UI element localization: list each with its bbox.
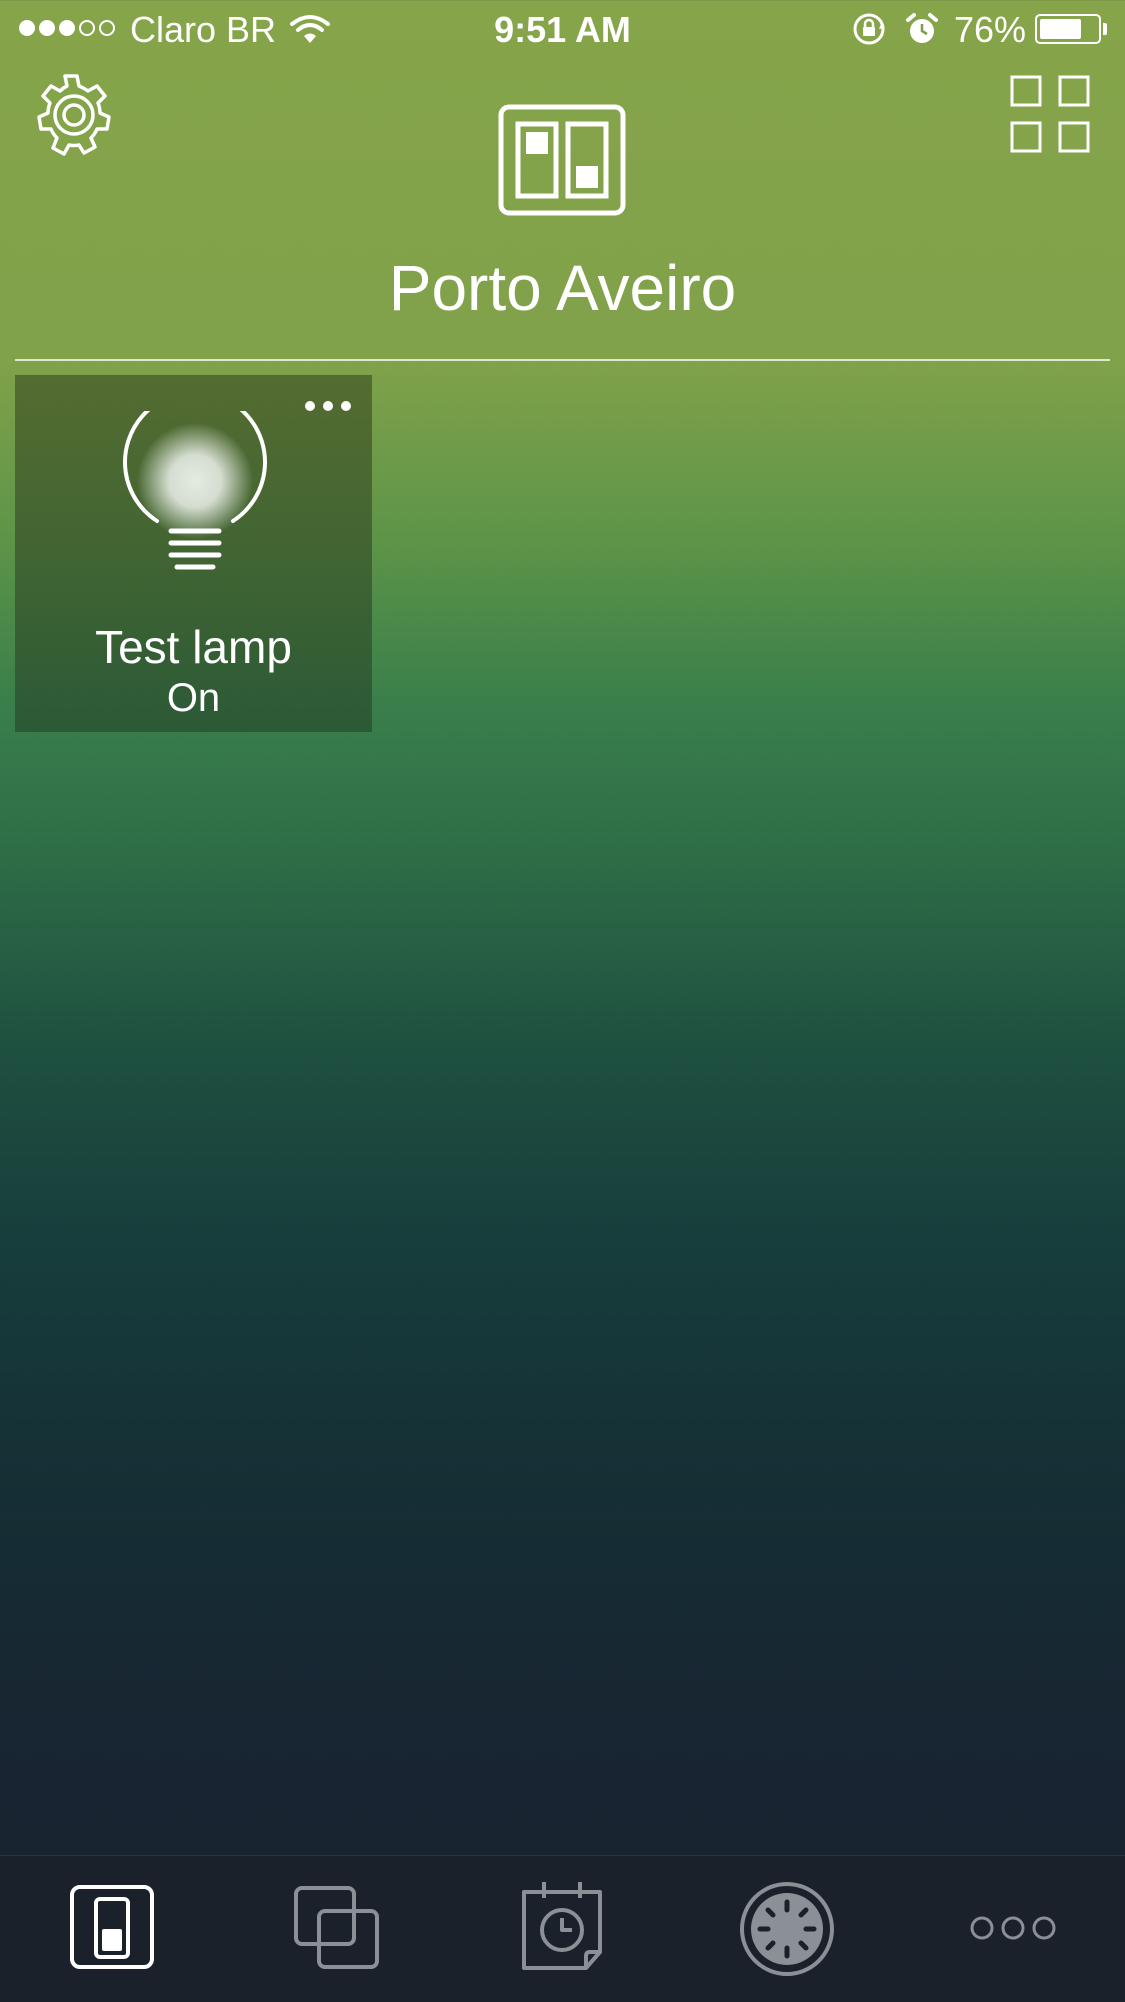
more-options-icon[interactable] [305, 401, 351, 411]
tab-dial[interactable] [675, 1856, 900, 2002]
device-state: On [166, 676, 221, 720]
tab-schedule[interactable] [450, 1856, 675, 2002]
tab-devices[interactable] [0, 1856, 225, 2002]
device-tile[interactable]: Test lamp On [15, 375, 372, 732]
dial-icon [740, 1882, 834, 1976]
tab-scenes[interactable] [225, 1856, 450, 2002]
scenes-icon [294, 1886, 379, 1969]
gear-icon[interactable] [30, 72, 118, 160]
lightbulb-icon [123, 411, 267, 570]
rotation-lock-icon [853, 13, 885, 45]
schedule-icon [522, 1882, 602, 1970]
battery-percentage: 76% [954, 9, 1027, 50]
device-switch-icon [70, 1885, 154, 1969]
grid-view-icon[interactable] [1008, 74, 1092, 154]
alarm-icon [906, 13, 938, 43]
battery-icon [1035, 14, 1101, 44]
page-title: Porto Aveiro [388, 252, 737, 324]
more-icon [970, 1916, 1056, 1940]
switch-panel-icon[interactable] [498, 104, 626, 216]
status-bar: Claro BR 9:51 AM 76% [0, 0, 1125, 62]
device-name: Test lamp [95, 621, 292, 673]
battery-level-fill [1040, 19, 1082, 39]
tab-bar [0, 1855, 1125, 2002]
tab-more[interactable] [900, 1856, 1125, 2002]
header-divider [15, 359, 1110, 361]
battery-tip [1103, 23, 1107, 35]
